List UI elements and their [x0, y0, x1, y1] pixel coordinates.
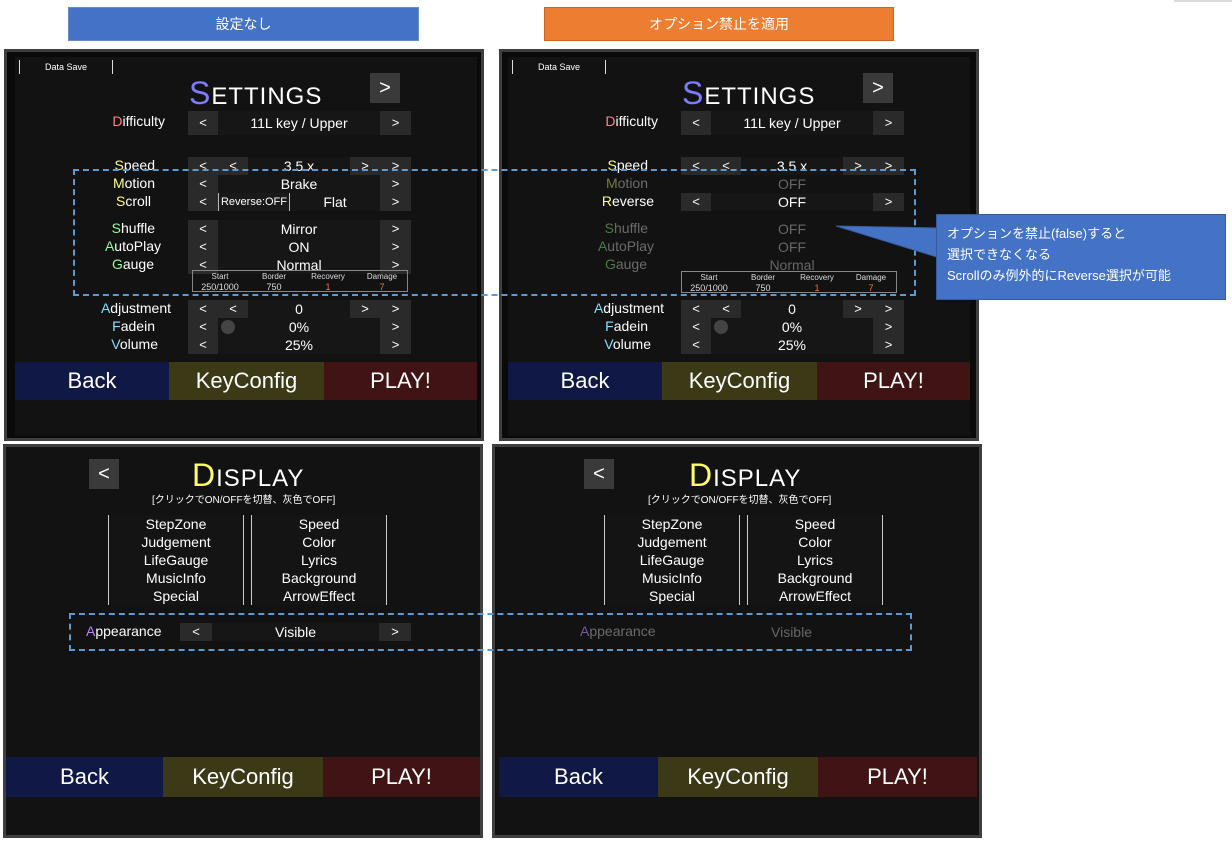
play-button[interactable]: PLAY!: [817, 362, 970, 400]
callout-line-1: オプションを禁止(false)すると: [947, 226, 1127, 241]
display-toggle-musicinfo[interactable]: MusicInfo: [108, 569, 244, 587]
settings-title: SETTINGS: [189, 75, 323, 111]
display-toggle-special[interactable]: Special: [108, 587, 244, 605]
data-save-button[interactable]: Data Save: [512, 60, 606, 74]
display-toggle-background[interactable]: Background: [747, 569, 883, 587]
difficulty-value: 11L key / Upper: [218, 111, 380, 135]
play-button[interactable]: PLAY!: [324, 362, 477, 400]
keyconfig-button[interactable]: KeyConfig: [169, 362, 324, 400]
data-save-button[interactable]: Data Save: [19, 60, 113, 74]
adjustment-prev-button[interactable]: <: [681, 300, 711, 318]
display-toggle-judgement[interactable]: Judgement: [604, 533, 740, 551]
fadein-value: 0%: [218, 318, 380, 336]
adjustment-next-button[interactable]: >: [380, 300, 411, 318]
back-button[interactable]: Back: [15, 362, 169, 400]
adjustment-prev-fine-button[interactable]: <: [711, 300, 741, 318]
difficulty-label: Difficulty: [605, 113, 658, 129]
adjustment-next-fine-button[interactable]: >: [843, 300, 873, 318]
difficulty-label: Difficulty: [112, 113, 165, 129]
keyconfig-button[interactable]: KeyConfig: [163, 757, 323, 797]
difficulty-next-button[interactable]: >: [873, 111, 904, 135]
appearance-highlight: [69, 613, 912, 651]
display-title: DISPLAY: [192, 457, 305, 493]
fadein-slider-knob[interactable]: [714, 320, 728, 334]
adjustment-next-fine-button[interactable]: >: [350, 300, 380, 318]
display-toggle-stepzone[interactable]: StepZone: [108, 515, 244, 533]
adjustment-row: Adjustment < < 0 > >: [15, 300, 477, 318]
fadein-next-button[interactable]: >: [873, 318, 904, 336]
fadein-row: Fadein < 0% >: [508, 318, 970, 336]
display-toggle-color[interactable]: Color: [251, 533, 387, 551]
fadein-label: Fadein: [112, 318, 155, 334]
difficulty-row: Difficulty < 11L key / Upper >: [15, 111, 477, 135]
display-toggle-speed[interactable]: Speed: [251, 515, 387, 533]
display-toggle-lifegauge[interactable]: LifeGauge: [604, 551, 740, 569]
callout-line-2: 選択できなくなる: [947, 247, 1052, 262]
difficulty-next-button[interactable]: >: [380, 111, 411, 135]
display-toggle-arroweffect[interactable]: ArrowEffect: [251, 587, 387, 605]
display-toggle-arroweffect[interactable]: ArrowEffect: [747, 587, 883, 605]
difficulty-value: 11L key / Upper: [711, 111, 873, 135]
display-subtitle: [クリックでON/OFFを切替、灰色でOFF]: [648, 495, 832, 506]
adjustment-value: 0: [248, 300, 350, 318]
banner-no-setting: 設定なし: [68, 7, 419, 41]
display-toggle-color[interactable]: Color: [747, 533, 883, 551]
volume-label: Volume: [604, 336, 651, 352]
display-toggle-musicinfo[interactable]: MusicInfo: [604, 569, 740, 587]
adjustment-prev-fine-button[interactable]: <: [218, 300, 248, 318]
play-button[interactable]: PLAY!: [818, 757, 977, 797]
adjustment-next-button[interactable]: >: [873, 300, 904, 318]
next-page-button[interactable]: >: [370, 73, 400, 103]
volume-prev-button[interactable]: <: [188, 336, 218, 354]
fadein-value: 0%: [711, 318, 873, 336]
fadein-prev-button[interactable]: <: [681, 318, 711, 336]
back-button[interactable]: Back: [508, 362, 662, 400]
adjustment-value: 0: [741, 300, 843, 318]
fadein-next-button[interactable]: >: [380, 318, 411, 336]
display-toggle-judgement[interactable]: Judgement: [108, 533, 244, 551]
display-toggle-lyrics[interactable]: Lyrics: [251, 551, 387, 569]
back-button[interactable]: Back: [499, 757, 658, 797]
volume-next-button[interactable]: >: [380, 336, 411, 354]
display-subtitle: [クリックでON/OFFを切替、灰色でOFF]: [152, 495, 336, 506]
next-page-button[interactable]: >: [863, 73, 893, 103]
explanation-callout: オプションを禁止(false)すると 選択できなくなる Scrollのみ例外的に…: [936, 214, 1226, 300]
display-toggle-lifegauge[interactable]: LifeGauge: [108, 551, 244, 569]
adjustment-row: Adjustment < < 0 > >: [508, 300, 970, 318]
display-title: DISPLAY: [689, 457, 802, 493]
prev-page-button[interactable]: <: [89, 459, 119, 489]
volume-label: Volume: [111, 336, 158, 352]
adjustment-label: Adjustment: [593, 300, 664, 316]
back-button[interactable]: Back: [6, 757, 163, 797]
fadein-label: Fadein: [605, 318, 648, 334]
volume-row: Volume < 25% >: [15, 336, 477, 354]
volume-value: 25%: [711, 336, 873, 354]
difficulty-row: Difficulty < 11L key / Upper >: [508, 111, 970, 135]
banner-option-disabled: オプション禁止を適用: [544, 7, 894, 41]
keyconfig-button[interactable]: KeyConfig: [658, 757, 818, 797]
difficulty-prev-button[interactable]: <: [681, 111, 711, 135]
display-toggle-background[interactable]: Background: [251, 569, 387, 587]
callout-line-3: Scrollのみ例外的にReverse選択が可能: [947, 268, 1171, 283]
volume-value: 25%: [218, 336, 380, 354]
adjustment-prev-button[interactable]: <: [188, 300, 218, 318]
fadein-prev-button[interactable]: <: [188, 318, 218, 336]
display-toggle-lyrics[interactable]: Lyrics: [747, 551, 883, 569]
restricted-options-highlight: [73, 169, 916, 296]
keyconfig-button[interactable]: KeyConfig: [662, 362, 817, 400]
settings-title: SETTINGS: [682, 75, 816, 111]
difficulty-prev-button[interactable]: <: [188, 111, 218, 135]
corner-mark: [1174, 0, 1232, 2]
volume-row: Volume < 25% >: [508, 336, 970, 354]
play-button[interactable]: PLAY!: [323, 757, 480, 797]
adjustment-label: Adjustment: [100, 300, 171, 316]
display-toggle-special[interactable]: Special: [604, 587, 740, 605]
volume-prev-button[interactable]: <: [681, 336, 711, 354]
volume-next-button[interactable]: >: [873, 336, 904, 354]
display-toggle-speed[interactable]: Speed: [747, 515, 883, 533]
fadein-slider-knob[interactable]: [221, 320, 235, 334]
fadein-row: Fadein < 0% >: [15, 318, 477, 336]
display-toggle-stepzone[interactable]: StepZone: [604, 515, 740, 533]
prev-page-button[interactable]: <: [584, 459, 614, 489]
